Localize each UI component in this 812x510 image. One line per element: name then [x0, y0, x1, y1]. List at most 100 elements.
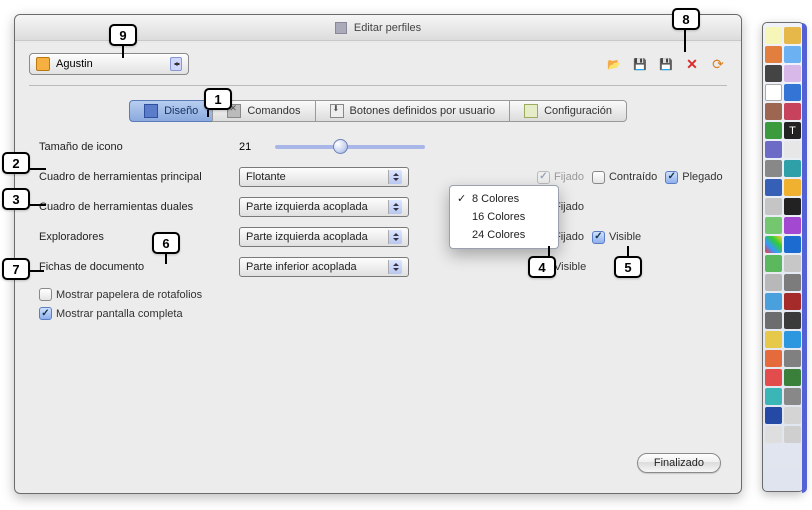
tool-icon[interactable] — [765, 84, 782, 101]
stepper-arrows-icon — [170, 57, 182, 71]
tool-icon[interactable] — [765, 274, 782, 291]
tool-icon[interactable] — [784, 388, 801, 405]
tool-icon[interactable] — [784, 103, 801, 120]
label-explorers: Exploradores — [39, 231, 239, 243]
top-row: Agustin 📂 💾 💾 ✕ ⟳ — [29, 49, 727, 86]
tool-icon[interactable] — [765, 103, 782, 120]
tool-icon[interactable] — [784, 350, 801, 367]
tool-icon[interactable] — [784, 198, 801, 215]
tool-icon[interactable] — [784, 369, 801, 386]
callout-tail — [207, 110, 209, 117]
check-folded-main[interactable]: Plegado — [665, 171, 722, 184]
check-collapsed-main[interactable]: Contraído — [592, 171, 657, 184]
tool-icon[interactable] — [784, 217, 801, 234]
check-label: Fijado — [554, 171, 584, 183]
user-button-icon — [330, 104, 344, 118]
label-dual-toolbox: Cuadro de herramientas duales — [39, 201, 239, 213]
tool-icon[interactable] — [765, 65, 782, 82]
colors-option-16[interactable]: 16 Colores — [450, 208, 558, 226]
reset-button[interactable]: ⟳ — [709, 55, 727, 73]
callout-tail — [165, 254, 167, 264]
tool-icon[interactable] — [765, 312, 782, 329]
floating-toolbox[interactable]: T — [762, 22, 804, 492]
done-button[interactable]: Finalizado — [637, 453, 721, 473]
tool-icon[interactable] — [784, 179, 801, 196]
icon-size-slider[interactable] — [275, 145, 425, 149]
callout-5: 5 — [614, 256, 642, 278]
colors-option-8[interactable]: 8 Colores — [450, 190, 558, 208]
open-button[interactable]: 📂 — [605, 55, 623, 73]
save-button[interactable]: 💾 — [631, 55, 649, 73]
callout-tail — [30, 204, 46, 206]
dual-toolbox-position-select[interactable]: Parte izquierda acoplada — [239, 197, 409, 217]
tool-icon[interactable] — [765, 369, 782, 386]
tool-icon[interactable] — [765, 255, 782, 272]
tool-icon[interactable] — [765, 160, 782, 177]
footer: Finalizado — [637, 453, 721, 473]
callout-8: 8 — [672, 8, 700, 30]
check-label: Contraído — [609, 171, 657, 183]
tool-icon[interactable] — [765, 350, 782, 367]
check-label: Mostrar pantalla completa — [56, 308, 183, 320]
tool-icon[interactable] — [784, 141, 801, 158]
tool-icon[interactable] — [765, 46, 782, 63]
callout-1: 1 — [204, 88, 232, 110]
tool-icon[interactable] — [765, 388, 782, 405]
tab-user-buttons[interactable]: Botones definidos por usuario — [315, 100, 511, 122]
tool-icon[interactable] — [765, 27, 782, 44]
tool-icon[interactable] — [784, 293, 801, 310]
tool-icon[interactable] — [784, 65, 801, 82]
colors-option-24[interactable]: 24 Colores — [450, 226, 558, 244]
check-show-trash[interactable]: Mostrar papelera de rotafolios — [39, 288, 723, 301]
window-title: Editar perfiles — [354, 22, 421, 34]
doc-tabs-position-select[interactable]: Parte inferior acoplada — [239, 257, 409, 277]
combo-value: Parte izquierda acoplada — [246, 201, 368, 213]
tab-design-label: Diseño — [164, 105, 198, 117]
edit-profiles-window: Editar perfiles Agustin 📂 💾 💾 ✕ ⟳ Diseño… — [14, 14, 742, 494]
tool-icon[interactable] — [784, 255, 801, 272]
tab-config[interactable]: Configuración — [509, 100, 627, 122]
chevron-updown-icon — [388, 200, 402, 214]
checkbox-icon — [39, 288, 52, 301]
tool-icon[interactable] — [784, 312, 801, 329]
profile-select[interactable]: Agustin — [29, 53, 189, 75]
tool-icon[interactable] — [765, 141, 782, 158]
checkbox-icon — [665, 171, 678, 184]
main-toolbox-position-select[interactable]: Flotante — [239, 167, 409, 187]
tool-icon[interactable] — [765, 293, 782, 310]
tool-icon[interactable] — [784, 160, 801, 177]
tool-icon[interactable] — [784, 236, 801, 253]
check-label: Mostrar papelera de rotafolios — [56, 289, 202, 301]
tool-icon[interactable] — [784, 274, 801, 291]
tool-icon[interactable] — [784, 407, 801, 424]
callout-tail — [627, 246, 629, 256]
explorers-position-select[interactable]: Parte izquierda acoplada — [239, 227, 409, 247]
slider-thumb[interactable] — [333, 139, 348, 154]
tool-icon[interactable] — [765, 236, 782, 253]
tool-icon[interactable]: T — [784, 122, 801, 139]
tab-commands-label: Comandos — [247, 105, 300, 117]
tool-icon[interactable] — [784, 84, 801, 101]
row-main-toolbox: Cuadro de herramientas principal Flotant… — [39, 166, 723, 188]
tool-icon[interactable] — [765, 407, 782, 424]
main-toolbox-checks: Fijado Contraído Plegado — [537, 171, 723, 184]
tool-icon[interactable] — [784, 46, 801, 63]
check-label: Plegado — [682, 171, 722, 183]
bottom-checks: Mostrar papelera de rotafolios Mostrar p… — [39, 288, 723, 320]
check-visible-explorers[interactable]: Visible — [592, 231, 641, 244]
tool-icon[interactable] — [784, 27, 801, 44]
tool-icon[interactable] — [765, 217, 782, 234]
save-as-button[interactable]: 💾 — [657, 55, 675, 73]
design-form: Tamaño de icono 21 Cuadro de herramienta… — [29, 136, 727, 320]
tool-icon[interactable] — [765, 331, 782, 348]
label-main-toolbox: Cuadro de herramientas principal — [39, 171, 239, 183]
tool-icon[interactable] — [784, 426, 801, 443]
tool-icon[interactable] — [765, 179, 782, 196]
tool-icon[interactable] — [765, 198, 782, 215]
tool-icon[interactable] — [784, 331, 801, 348]
check-show-fullscreen[interactable]: Mostrar pantalla completa — [39, 307, 723, 320]
tool-icon[interactable] — [765, 122, 782, 139]
tab-design[interactable]: Diseño — [129, 100, 213, 122]
tool-icon[interactable] — [765, 426, 782, 443]
delete-button[interactable]: ✕ — [683, 55, 701, 73]
